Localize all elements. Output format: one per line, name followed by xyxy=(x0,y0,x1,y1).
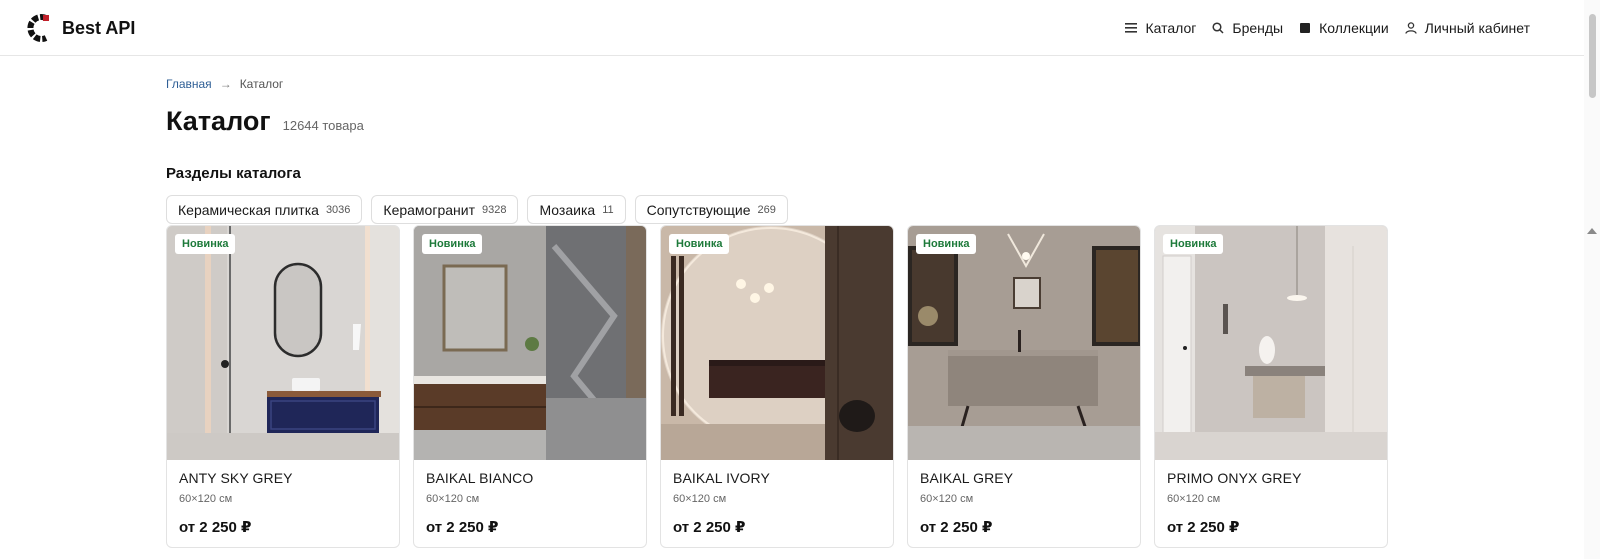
section-chip-accessories[interactable]: Сопутствующие 269 xyxy=(634,195,788,224)
product-card[interactable]: Новинка BAIKAL IVORY 60×120 см от 2 250 … xyxy=(660,225,894,548)
product-card[interactable]: Новинка ANTY SKY GREY 60×120 см от 2 250… xyxy=(166,225,400,548)
product-image: Новинка xyxy=(661,226,893,460)
section-chip-mosaic[interactable]: Мозаика 11 xyxy=(527,195,626,224)
page-scrollbar[interactable] xyxy=(1584,0,1600,559)
section-chip-label: Керамогранит xyxy=(383,201,475,218)
nav-brands[interactable]: Бренды xyxy=(1212,20,1283,36)
section-chip-count: 9328 xyxy=(482,203,507,216)
breadcrumb-current: Каталог xyxy=(239,77,284,91)
product-price: от 2 250 ₽ xyxy=(673,519,746,536)
nav-catalog-label: Каталог xyxy=(1145,20,1197,36)
section-chip-label: Сопутствующие xyxy=(646,201,751,218)
nav-collections-label: Коллекции xyxy=(1319,20,1389,36)
logo-icon xyxy=(27,14,49,42)
menu-icon xyxy=(1125,22,1138,34)
nav-account[interactable]: Личный кабинет xyxy=(1405,20,1530,36)
section-chip-porcelain[interactable]: Керамогранит 9328 xyxy=(371,195,519,224)
nav-brands-label: Бренды xyxy=(1232,20,1284,36)
product-name: BAIKAL GREY xyxy=(920,470,1014,486)
breadcrumb-home-link[interactable]: Главная xyxy=(166,77,212,91)
product-size: 60×120 см xyxy=(426,493,480,505)
section-chip-ceramic-tile[interactable]: Керамическая плитка 3036 xyxy=(166,195,363,224)
nav-catalog[interactable]: Каталог xyxy=(1125,20,1196,36)
product-name: BAIKAL BIANCO xyxy=(426,470,534,486)
product-price: от 2 250 ₽ xyxy=(920,519,993,536)
nav-collections[interactable]: Коллекции xyxy=(1299,20,1389,36)
breadcrumb-separator: → xyxy=(219,77,232,91)
new-badge: Новинка xyxy=(175,234,236,254)
sections-heading: Разделы каталога xyxy=(166,165,301,182)
product-image: Новинка xyxy=(908,226,1140,460)
section-chips: Керамическая плитка 3036 Керамогранит 93… xyxy=(166,195,788,224)
new-badge: Новинка xyxy=(916,234,977,254)
scrollbar-thumb[interactable] xyxy=(1589,14,1596,98)
product-size: 60×120 см xyxy=(1167,493,1221,505)
breadcrumb: Главная → Каталог xyxy=(166,77,283,91)
product-name: PRIMO ONYX GREY xyxy=(1167,470,1302,486)
scroll-up-arrow-icon[interactable] xyxy=(1587,228,1597,234)
product-price: от 2 250 ₽ xyxy=(426,519,499,536)
search-icon xyxy=(1212,22,1224,34)
site-header: Best API Каталог Бренды Коллекции Личный… xyxy=(0,0,1584,56)
product-image: Новинка xyxy=(167,226,399,460)
section-chip-count: 269 xyxy=(757,203,776,216)
page-title: Каталог xyxy=(166,106,271,136)
logo[interactable]: Best API xyxy=(26,13,135,43)
new-badge: Новинка xyxy=(1163,234,1224,254)
product-name: ANTY SKY GREY xyxy=(179,470,293,486)
nav-account-label: Личный кабинет xyxy=(1424,20,1530,36)
square-icon xyxy=(1299,22,1311,34)
new-badge: Новинка xyxy=(669,234,730,254)
product-image: Новинка xyxy=(414,226,646,460)
section-chip-label: Керамическая плитка xyxy=(178,201,319,218)
main-nav: Каталог Бренды Коллекции Личный кабинет xyxy=(1125,0,1530,56)
new-badge: Новинка xyxy=(422,234,483,254)
section-chip-count: 11 xyxy=(602,203,614,216)
product-grid: Новинка ANTY SKY GREY 60×120 см от 2 250… xyxy=(166,225,1388,548)
product-card[interactable]: Новинка BAIKAL BIANCO 60×120 см от 2 250… xyxy=(413,225,647,548)
title-row: Каталог 12644 товара xyxy=(166,106,364,137)
product-count: 12644 товара xyxy=(282,118,364,133)
product-card[interactable]: Новинка BAIKAL GREY 60×120 см от 2 250 ₽ xyxy=(907,225,1141,548)
product-size: 60×120 см xyxy=(920,493,974,505)
product-image: Новинка xyxy=(1155,226,1387,460)
product-size: 60×120 см xyxy=(673,493,727,505)
logo-text: Best API xyxy=(62,17,136,38)
section-chip-label: Мозаика xyxy=(539,201,596,218)
user-icon xyxy=(1405,22,1417,34)
product-price: от 2 250 ₽ xyxy=(179,519,252,536)
product-name: BAIKAL IVORY xyxy=(673,470,770,486)
section-chip-count: 3036 xyxy=(325,203,351,216)
product-size: 60×120 см xyxy=(179,493,233,505)
product-price: от 2 250 ₽ xyxy=(1167,519,1240,536)
product-card[interactable]: Новинка PRIMO ONYX GREY 60×120 см от 2 2… xyxy=(1154,225,1388,548)
